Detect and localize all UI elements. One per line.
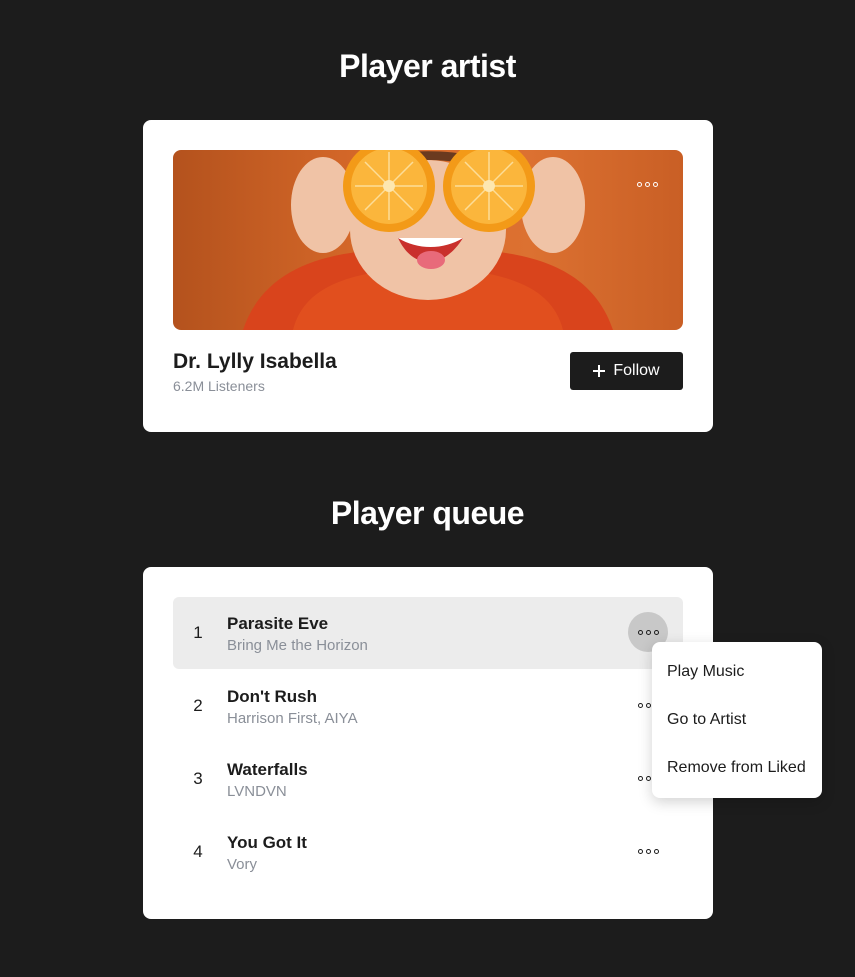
menu-item-remove-from-liked[interactable]: Remove from Liked [652,744,822,792]
track-number: 4 [193,842,203,861]
plus-icon [593,365,606,377]
artist-listeners-count: 6.2M Listeners [173,378,265,394]
track-number: 3 [193,769,203,788]
artist-card: Dr. Lylly Isabella 6.2M Listeners Follow [143,120,713,432]
queue-track-row[interactable]: 2 Don't Rush Harrison First, AIYA [173,670,683,742]
menu-item-go-to-artist[interactable]: Go to Artist [652,696,822,744]
artist-photo [243,150,613,330]
more-horizontal-icon [637,848,659,854]
artist-section-title: Player artist [339,48,516,84]
track-title: Waterfalls [227,760,308,779]
track-title: Don't Rush [227,687,317,706]
track-more-button[interactable] [628,831,668,871]
more-horizontal-icon [637,629,659,635]
track-number: 1 [193,623,203,642]
track-artist: LVNDVN [227,783,287,800]
track-artist: Bring Me the Horizon [227,637,368,654]
artist-name: Dr. Lylly Isabella [173,350,337,373]
menu-item-play-music[interactable]: Play Music [652,648,822,696]
track-context-menu: Play Music Go to Artist Remove from Like… [652,642,822,798]
queue-track-row[interactable]: 1 Parasite Eve Bring Me the Horizon [173,597,683,669]
track-title: You Got It [227,833,307,852]
track-artist: Vory [227,856,258,873]
queue-section-title: Player queue [330,495,525,531]
track-artist: Harrison First, AIYA [227,710,358,727]
queue-track-row[interactable]: 4 You Got It Vory [173,816,683,888]
queue-card: 1 Parasite Eve Bring Me the Horizon 2 Do… [143,567,713,919]
more-horizontal-icon [636,181,658,187]
follow-button[interactable]: Follow [570,352,683,390]
track-number: 2 [193,696,203,715]
banner-more-button[interactable] [635,172,659,196]
queue-track-row[interactable]: 3 Waterfalls LVNDVN [173,743,683,815]
track-title: Parasite Eve [227,614,329,633]
follow-button-label: Follow [613,362,660,379]
artist-banner-image [173,150,683,330]
